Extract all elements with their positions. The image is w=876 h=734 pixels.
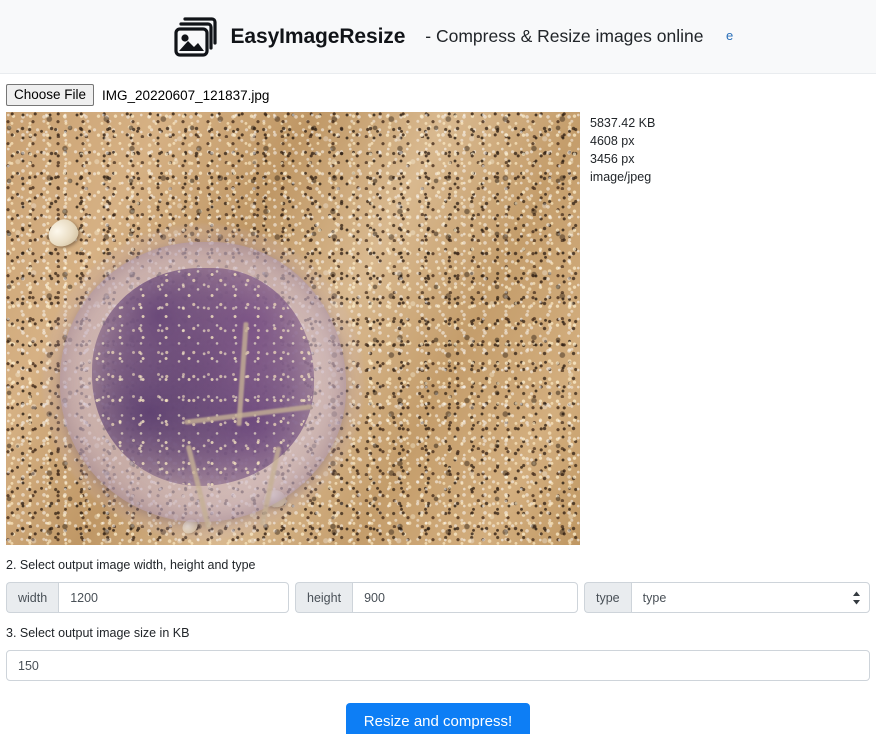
- jellyfish-subject: [42, 224, 364, 540]
- brand-tagline: - Compress & Resize images online: [425, 26, 704, 46]
- stacked-images-icon: [173, 16, 217, 57]
- type-label: type: [584, 582, 631, 613]
- step-2-label: 2. Select output image width, height and…: [6, 558, 256, 572]
- step-3-label: 3. Select output image size in KB: [6, 626, 190, 640]
- type-select-wrapper[interactable]: [630, 582, 870, 613]
- metadata-height: 3456 px: [590, 152, 635, 166]
- metadata-width: 4608 px: [590, 134, 635, 148]
- target-size-input[interactable]: [6, 650, 870, 681]
- choose-file-button[interactable]: Choose File: [6, 84, 95, 106]
- jellyfish-sand-speckle: [92, 268, 314, 486]
- resize-and-compress-button[interactable]: Resize and compress!: [345, 703, 531, 734]
- width-input[interactable]: [58, 582, 289, 613]
- width-input-group: width: [6, 582, 289, 613]
- dimension-row: width height type: [6, 582, 870, 613]
- width-label: width: [6, 582, 59, 613]
- type-input-group: type: [584, 582, 870, 613]
- clipped-header-link[interactable]: e: [726, 29, 734, 43]
- site-header: EasyImageResize - Compress & Resize imag…: [0, 0, 876, 74]
- selected-file-name: IMG_20220607_121837.jpg: [102, 87, 270, 103]
- submit-row: Resize and compress!: [6, 703, 870, 734]
- brand-title: EasyImageResize: [230, 24, 406, 48]
- height-input-group: height: [295, 582, 578, 613]
- output-settings-form: 2. Select output image width, height and…: [0, 558, 876, 734]
- jellyfish-core: [92, 268, 314, 530]
- metadata-mime-type: image/jpeg: [590, 170, 652, 184]
- metadata-file-size: 5837.42 KB: [590, 116, 656, 130]
- height-label: height: [295, 582, 353, 613]
- jellyfish-photo: [6, 112, 580, 545]
- height-input[interactable]: [352, 582, 578, 613]
- brand[interactable]: EasyImageResize - Compress & Resize imag…: [173, 16, 704, 58]
- image-metadata: 5837.42 KB 4608 px 3456 px image/jpeg: [590, 112, 655, 186]
- file-upload-row: Choose File IMG_20220607_121837.jpg: [0, 74, 876, 106]
- preview-area: 5837.42 KB 4608 px 3456 px image/jpeg: [0, 106, 876, 545]
- image-preview: [6, 112, 580, 545]
- type-select[interactable]: [630, 582, 870, 613]
